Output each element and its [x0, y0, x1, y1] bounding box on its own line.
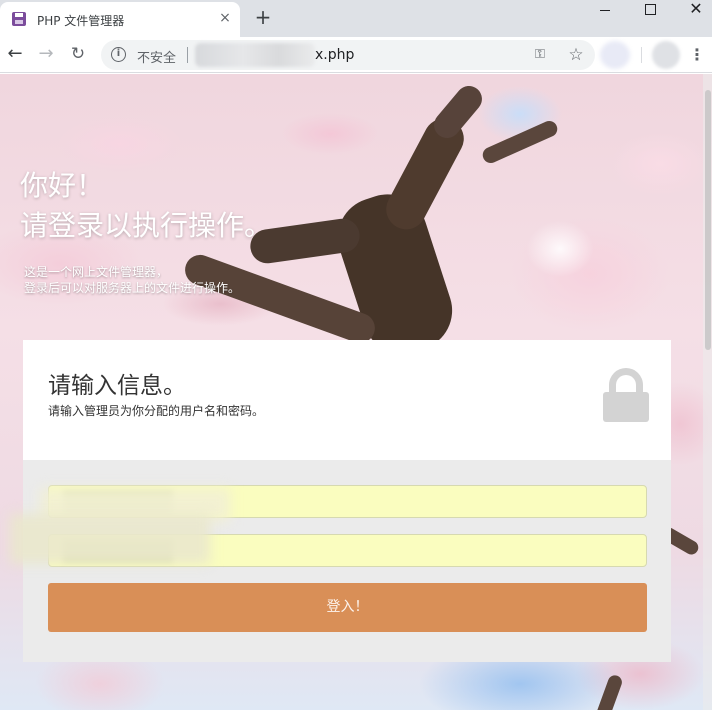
scrollbar-thumb[interactable]	[705, 90, 711, 350]
close-window-button[interactable]: ✕	[686, 0, 706, 18]
url-text[interactable]: x.php	[315, 47, 354, 63]
hero-description-line-1: 这是一个网上文件管理器，	[24, 265, 169, 279]
tab-title: PHP 文件管理器	[37, 14, 125, 28]
page-viewport: 你好！ 请登录以执行操作。 这是一个网上文件管理器， 登录后可以对服务器上的文件…	[0, 74, 712, 710]
minimize-window-button[interactable]	[592, 2, 618, 18]
site-info-icon[interactable]: i	[111, 47, 126, 62]
profile-avatar[interactable]	[652, 41, 680, 69]
login-subtitle: 请输入管理员为你分配的用户名和密码。	[48, 404, 265, 418]
security-status-label[interactable]: 不安全	[137, 47, 176, 66]
address-bar[interactable]: i 不安全 x.php ⚿ ☆	[101, 40, 595, 70]
bookmark-star-icon[interactable]: ☆	[566, 45, 586, 65]
browser-tab[interactable]: PHP 文件管理器 ×	[0, 2, 240, 37]
tab-strip: PHP 文件管理器 × + ✕	[0, 0, 712, 37]
login-title: 请输入信息。	[48, 373, 186, 399]
forward-arrow-icon[interactable]: →	[34, 42, 58, 66]
login-submit-button[interactable]: 登入！	[48, 583, 647, 632]
extension-icon[interactable]	[600, 41, 630, 69]
address-separator	[187, 47, 188, 63]
browser-menu-icon[interactable]: ⋮	[688, 43, 706, 67]
hero-description-line-2: 登录后可以对服务器上的文件进行操作。	[24, 281, 241, 295]
back-arrow-icon[interactable]: ←	[3, 42, 27, 66]
browser-toolbar: ← → ↻ i 不安全 x.php ⚿ ☆ ⋮	[0, 37, 712, 73]
credential-redaction	[10, 514, 210, 564]
new-tab-button[interactable]: +	[252, 6, 274, 28]
key-icon[interactable]: ⚿	[531, 46, 549, 64]
hero-heading-line-2: 请登录以执行操作。	[20, 209, 273, 242]
tab-close-icon[interactable]: ×	[216, 9, 234, 27]
php-favicon-icon	[12, 12, 26, 26]
url-redaction	[195, 43, 315, 67]
toolbar-separator	[641, 47, 642, 63]
reload-icon[interactable]: ↻	[66, 42, 90, 66]
lock-body	[603, 392, 649, 422]
lock-icon	[603, 368, 649, 424]
hero-heading: 你好！ 请登录以执行操作。	[20, 166, 272, 246]
hero-heading-line-1: 你好！	[20, 169, 105, 202]
maximize-window-button[interactable]	[640, 2, 660, 18]
hero-description: 这是一个网上文件管理器， 登录后可以对服务器上的文件进行操作。	[24, 264, 240, 296]
